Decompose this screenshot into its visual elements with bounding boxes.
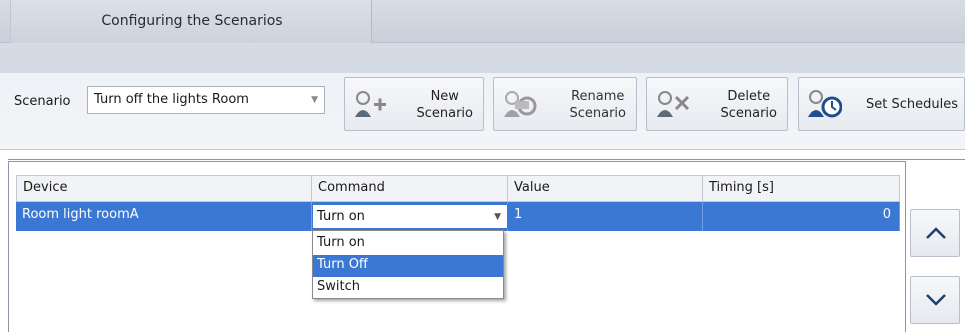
dropdown-option-switch[interactable]: Switch (313, 277, 503, 299)
chevron-up-icon (926, 227, 946, 239)
dropdown-option-turn-on[interactable]: Turn on (313, 233, 503, 255)
user-plus-icon (355, 91, 386, 117)
column-header-timing[interactable]: Timing [s] (703, 175, 900, 202)
move-up-button[interactable] (910, 209, 960, 257)
title-bar: Configuring the Scenarios (0, 0, 965, 43)
command-select-value: Turn on (317, 209, 365, 224)
grid-header: Device Command Value Timing [s] (16, 175, 900, 202)
user-delete-icon (657, 91, 690, 117)
scenario-select[interactable]: Turn off the lights Room ▼ (87, 86, 325, 114)
column-header-device[interactable]: Device (16, 175, 312, 202)
toolbar: Scenario Turn off the lights Room ▼ New … (0, 43, 965, 150)
window-tab[interactable]: Configuring the Scenarios (10, 0, 372, 43)
new-scenario-label: New Scenario (416, 89, 473, 121)
delete-scenario-label: Delete Scenario (720, 89, 777, 121)
new-scenario-button[interactable]: New Scenario (344, 77, 484, 131)
command-select[interactable]: Turn on ▼ (312, 204, 508, 229)
column-header-value[interactable]: Value (508, 175, 703, 202)
scenario-select-value: Turn off the lights Room (94, 92, 249, 107)
window-title: Configuring the Scenarios (101, 13, 283, 29)
chevron-down-icon[interactable]: ▼ (494, 212, 501, 222)
chevron-down-icon: ▼ (311, 95, 318, 105)
set-schedules-label: Set Schedules (866, 97, 958, 112)
cell-timing[interactable]: 0 (703, 202, 900, 231)
dropdown-option-turn-off[interactable]: Turn Off (313, 255, 503, 277)
rename-scenario-label: Rename Scenario (569, 89, 626, 121)
rename-scenario-button[interactable]: Rename Scenario (493, 77, 637, 131)
set-schedules-button[interactable]: Set Schedules (798, 77, 965, 131)
command-dropdown-list: Turn on Turn Off Switch (312, 230, 504, 299)
user-rename-icon (504, 91, 537, 117)
delete-scenario-button[interactable]: Delete Scenario (646, 77, 788, 131)
cell-value[interactable]: 1 (508, 202, 703, 231)
user-clock-icon (808, 90, 842, 118)
chevron-down-icon (926, 294, 946, 306)
cell-device[interactable]: Room light roomA (16, 202, 312, 231)
move-down-button[interactable] (910, 276, 960, 324)
divider (8, 159, 965, 160)
column-header-command[interactable]: Command (312, 175, 508, 202)
scenario-label: Scenario (14, 94, 71, 109)
